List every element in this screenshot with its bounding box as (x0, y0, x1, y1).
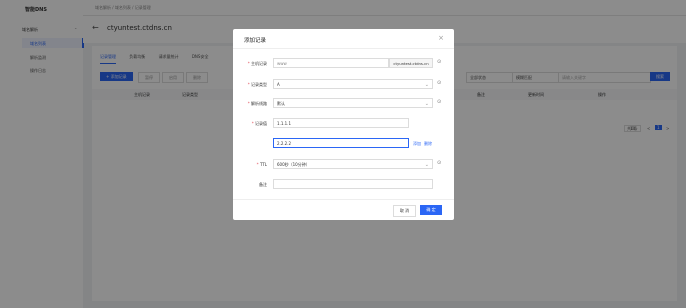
confirm-button[interactable]: 确 定 (420, 205, 442, 215)
host-input[interactable]: www (273, 58, 389, 68)
help-icon[interactable]: ⊙ (437, 59, 441, 65)
record-type-select[interactable]: A ⌄ (273, 79, 433, 89)
record-value-input-1[interactable]: 1.1.1.1 (273, 118, 409, 128)
value-label: * 记录值 (251, 121, 267, 126)
record-value-input-2[interactable]: 2.2.2.2 (273, 138, 409, 148)
delete-value-link[interactable]: 删除 (424, 141, 432, 147)
dialog-title: 添加记录 (244, 38, 267, 44)
chevron-down-icon: ⌄ (424, 162, 429, 168)
dialog-footer-divider (233, 199, 454, 200)
help-icon[interactable]: ⊙ (437, 80, 441, 86)
chevron-down-icon: ⌄ (424, 82, 429, 88)
remark-label: 备注 (259, 182, 267, 187)
add-value-link[interactable]: 添加 (413, 141, 421, 147)
cancel-button[interactable]: 取 消 (393, 205, 416, 217)
close-icon[interactable]: × (438, 34, 444, 42)
line-label: * 解析线路 (247, 101, 267, 106)
host-suffix: ctyuntest.ctdns.cn (389, 58, 433, 68)
help-icon[interactable]: ⊙ (437, 99, 441, 105)
chevron-down-icon: ⌄ (424, 101, 429, 107)
line-select[interactable]: 默认 ⌄ (273, 98, 433, 108)
ttl-label: * TTL (256, 162, 267, 167)
remark-input[interactable] (273, 179, 433, 189)
help-icon[interactable]: ⊙ (437, 160, 441, 166)
ttl-select[interactable]: 600秒（10分钟） ⌄ (273, 159, 433, 169)
host-label: * 主机记录 (247, 61, 267, 66)
type-label: * 记录类型 (247, 82, 267, 87)
dialog-divider (233, 48, 454, 49)
add-record-dialog: 添加记录 × * 主机记录 www ctyuntest.ctdns.cn ⊙ *… (233, 29, 454, 220)
